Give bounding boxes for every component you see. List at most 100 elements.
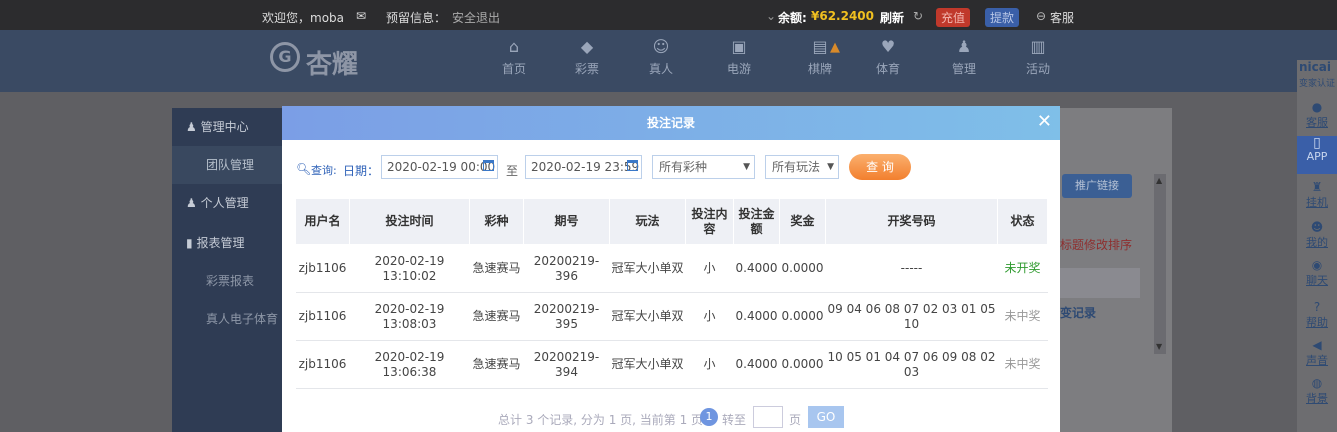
rightbar-label: APP xyxy=(1306,150,1328,163)
mail-icon[interactable]: ✉ xyxy=(356,9,366,23)
logo-emblem-icon: G xyxy=(270,42,300,72)
cell-issue: 20200219-395 xyxy=(523,292,610,341)
cell-amount: 0.4000 xyxy=(733,292,780,341)
eye-icon: ● xyxy=(1311,100,1323,114)
start-date-input[interactable]: 2020-02-19 00:00 xyxy=(381,155,498,179)
refresh-icon[interactable]: ↻ xyxy=(913,9,923,23)
column-header[interactable]: 期号 xyxy=(523,198,610,245)
nav-item-egames[interactable]: ▣ 电游 xyxy=(711,38,767,77)
calendar-icon[interactable] xyxy=(483,160,494,171)
calendar-icon[interactable] xyxy=(627,160,638,171)
table-row[interactable]: zjb1106 2020-02-19 13:08:03 急速赛马 2020021… xyxy=(295,292,1048,341)
chevron-down-icon[interactable]: ⌄ xyxy=(766,9,776,23)
nav-item-events[interactable]: ▥ 活动 xyxy=(1010,38,1066,77)
nav-item-live[interactable]: ☺ 真人 xyxy=(633,38,689,77)
rightbar-sound[interactable]: ◀ 声音 xyxy=(1297,338,1337,368)
nav-item-home[interactable]: ⌂ 首页 xyxy=(486,38,542,77)
close-icon[interactable]: ✕ xyxy=(1037,110,1052,134)
column-header[interactable]: 彩种 xyxy=(469,198,524,245)
slot-icon: ▣ xyxy=(731,37,747,56)
diamond-icon: ◆ xyxy=(580,37,594,56)
column-header[interactable]: 投注时间 xyxy=(349,198,470,245)
end-date-input[interactable]: 2020-02-19 23:59 xyxy=(525,155,642,179)
nav-label: 电游 xyxy=(726,62,751,76)
headset-icon[interactable]: ⊖ xyxy=(1036,9,1046,23)
page-label: 页 xyxy=(789,413,802,427)
rightbar-label: 声音 xyxy=(1306,354,1328,367)
rightbar-help[interactable]: ? 帮助 xyxy=(1297,300,1337,330)
lottery-select[interactable]: 所有彩种 ▼ xyxy=(652,155,755,179)
rightbar-chat[interactable]: ◉ 聊天 xyxy=(1297,258,1337,288)
scroll-down-icon[interactable]: ▼ xyxy=(1156,342,1162,351)
query-button[interactable]: 查 询 xyxy=(849,154,911,180)
column-header[interactable]: 用户名 xyxy=(295,198,350,245)
chevron-down-icon: ▼ xyxy=(743,162,750,172)
column-header[interactable]: 投注内容 xyxy=(685,198,734,245)
cell-status: 未中奖 xyxy=(997,340,1048,389)
logout-link[interactable]: 安全退出 xyxy=(452,9,500,26)
play-select[interactable]: 所有玩法 ▼ xyxy=(765,155,839,179)
nav-item-chess[interactable]: ▤ 棋牌 ▲ xyxy=(792,38,848,77)
scrollbar[interactable]: ▲ ▼ xyxy=(1154,174,1166,354)
page-number-input[interactable] xyxy=(753,406,783,428)
brand-badge: nicai xyxy=(1299,60,1331,74)
column-header[interactable]: 开奖号码 xyxy=(825,198,998,245)
users-icon: ♟ xyxy=(186,120,197,134)
sidebar-item-reports[interactable]: ▮ 报表管理 xyxy=(172,224,282,262)
sidebar-item-mgmt-center[interactable]: ♟ 管理中心 xyxy=(172,108,282,146)
scroll-up-icon[interactable]: ▲ xyxy=(1156,176,1162,185)
cell-lottery: 急速赛马 xyxy=(469,292,524,341)
promo-link-button[interactable]: 推广链接 xyxy=(1062,174,1132,198)
sidebar-item-lottery-report[interactable]: 彩票报表 xyxy=(172,262,282,300)
welcome-text: 欢迎您，moba xyxy=(262,11,345,25)
end-date-value: 2020-02-19 23:59 xyxy=(531,160,640,174)
pagination: 总计 3 个记录, 分为 1 页, 当前第 1 页 1 转至 页 GO xyxy=(282,406,1060,432)
logo-text: 杏耀 xyxy=(306,50,359,80)
current-page-badge[interactable]: 1 xyxy=(700,408,718,426)
top-bar: 欢迎您，moba ✉ 预留信息： 安全退出 ⌄ 余额: ¥62.2400 刷新 … xyxy=(0,0,1337,30)
nav-label: 真人 xyxy=(648,62,673,76)
nav-item-sports[interactable]: ♥ 体育 xyxy=(860,38,916,77)
nav-item-lottery[interactable]: ◆ 彩票 xyxy=(559,38,615,77)
reserve-info-label: 预留信息： xyxy=(386,11,447,25)
sidebar-item-team[interactable]: 团队管理 xyxy=(172,146,282,184)
phone-icon: ▯ xyxy=(1313,135,1321,151)
side-menu: ♟ 管理中心 团队管理 ♟ 个人管理 ▮ 报表管理 彩票报表 真人电子体育 xyxy=(172,108,282,432)
service-link[interactable]: 客服 xyxy=(1050,9,1074,26)
nav-item-manage[interactable]: ♟ 管理 xyxy=(936,38,992,77)
table-row[interactable]: zjb1106 2020-02-19 13:10:02 急速赛马 2020021… xyxy=(295,244,1048,293)
go-button[interactable]: GO xyxy=(808,406,844,428)
sidebar-item-personal[interactable]: ♟ 个人管理 xyxy=(172,184,282,222)
deposit-button[interactable]: 充值 xyxy=(936,8,971,27)
change-record-link[interactable]: 变记录 xyxy=(1060,304,1096,321)
cell-play: 冠军大小单双 xyxy=(609,340,686,389)
sidebar-item-live-sports[interactable]: 真人电子体育 xyxy=(172,300,282,338)
withdraw-button[interactable]: 提款 xyxy=(985,8,1020,27)
refresh-button[interactable]: 刷新 xyxy=(880,9,904,26)
rightbar-auto[interactable]: ♜ 挂机 xyxy=(1297,180,1337,210)
rightbar-label: 我的 xyxy=(1306,236,1328,249)
column-header[interactable]: 玩法 xyxy=(609,198,686,245)
rightbar-service[interactable]: ● 客服 xyxy=(1297,100,1337,130)
column-header[interactable]: 投注金额 xyxy=(733,198,780,245)
rightbar-mine[interactable]: ☻ 我的 xyxy=(1297,220,1337,250)
logo[interactable]: G 杏耀 xyxy=(270,38,380,82)
gift-icon: ▥ xyxy=(1030,37,1046,56)
chat-icon: ◉ xyxy=(1311,258,1323,272)
person-icon: ☺ xyxy=(652,37,670,56)
cell-user: zjb1106 xyxy=(295,340,350,389)
column-header[interactable]: 奖金 xyxy=(779,198,826,245)
cell-time: 2020-02-19 13:06:38 xyxy=(349,340,470,389)
rightbar-background[interactable]: ◍ 背景 xyxy=(1297,376,1337,406)
user-icon: ♟ xyxy=(186,196,197,210)
cell-play: 冠军大小单双 xyxy=(609,244,686,293)
cell-amount: 0.4000 xyxy=(733,340,780,389)
column-header[interactable]: 状态 xyxy=(997,198,1048,245)
cell-status: 未中奖 xyxy=(997,292,1048,341)
date-label: 日期： xyxy=(343,164,380,178)
modal-title: 投注记录 xyxy=(646,116,695,130)
table-row[interactable]: zjb1106 2020-02-19 13:06:38 急速赛马 2020021… xyxy=(295,340,1048,389)
rightbar-app[interactable]: ▯ APP xyxy=(1297,136,1337,174)
modal-header: 投注记录 ✕ xyxy=(282,106,1060,140)
balance-value: ¥62.2400 xyxy=(811,9,875,23)
